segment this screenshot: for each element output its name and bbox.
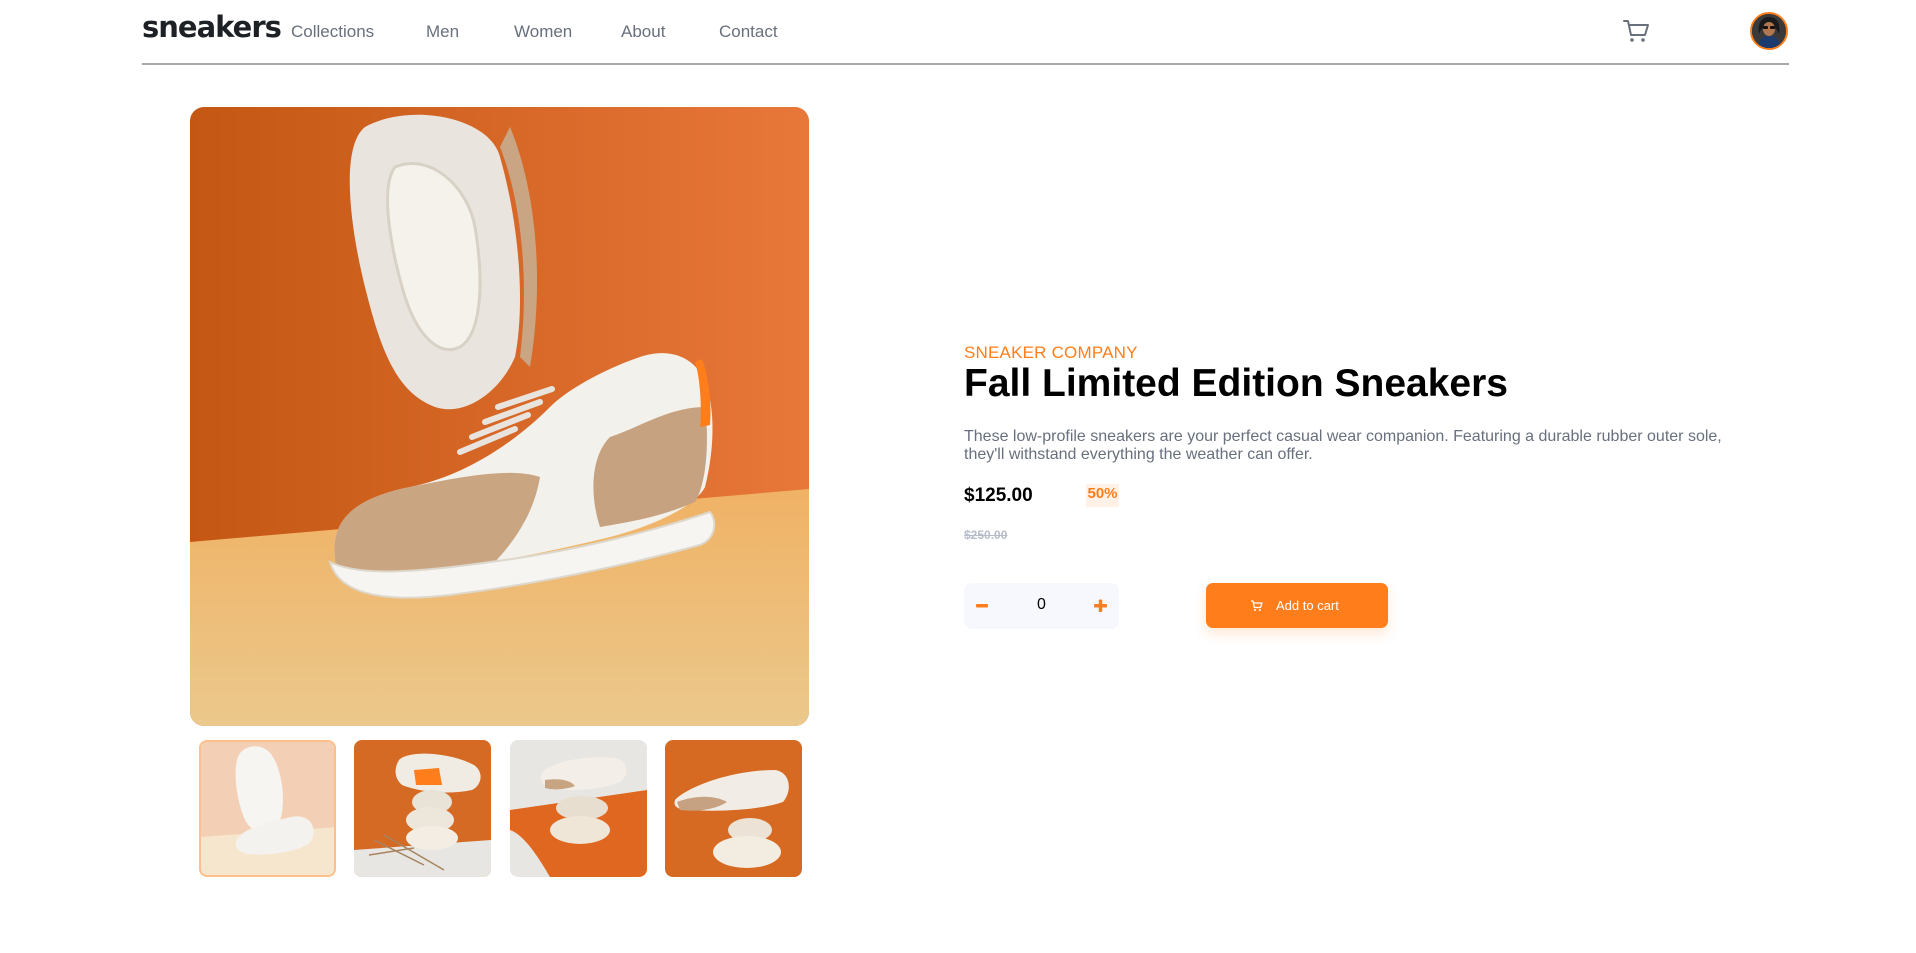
quantity-value[interactable]: 0 [1000, 596, 1083, 614]
cart-icon[interactable] [1621, 15, 1651, 45]
thumbnail-2[interactable] [354, 740, 491, 877]
discount-badge: 50% [1086, 484, 1119, 507]
product-title: Fall Limited Edition Sneakers [964, 362, 1508, 405]
plus-icon[interactable] [1083, 583, 1119, 629]
nav-item-men[interactable]: Men [426, 22, 459, 42]
nav-item-about[interactable]: About [621, 22, 665, 42]
nav-item-collections[interactable]: Collections [291, 22, 374, 42]
site-header: sneakers Collections Men Women About Con… [142, 0, 1789, 65]
thumbnail-1[interactable] [199, 740, 336, 877]
product-page: sneakers Collections Men Women About Con… [0, 0, 1916, 953]
site-logo[interactable]: sneakers [142, 10, 282, 44]
company-label: SNEAKER COMPANY [964, 343, 1138, 362]
quantity-stepper: 0 [964, 583, 1119, 629]
nav-item-contact[interactable]: Contact [719, 22, 778, 42]
cart-icon [1250, 599, 1263, 612]
main-product-image[interactable] [190, 107, 809, 726]
thumbnail-4[interactable] [665, 740, 802, 877]
product-description: These low-profile sneakers are your perf… [964, 428, 1722, 463]
user-avatar[interactable] [1750, 12, 1788, 50]
nav-item-women[interactable]: Women [514, 22, 572, 42]
add-to-cart-button[interactable]: Add to cart [1206, 583, 1388, 628]
original-price: $250.00 [964, 528, 1008, 542]
current-price: $125.00 [964, 485, 1033, 506]
thumbnail-3[interactable] [510, 740, 647, 877]
minus-icon[interactable] [964, 583, 1000, 629]
add-to-cart-label: Add to cart [1276, 598, 1339, 613]
